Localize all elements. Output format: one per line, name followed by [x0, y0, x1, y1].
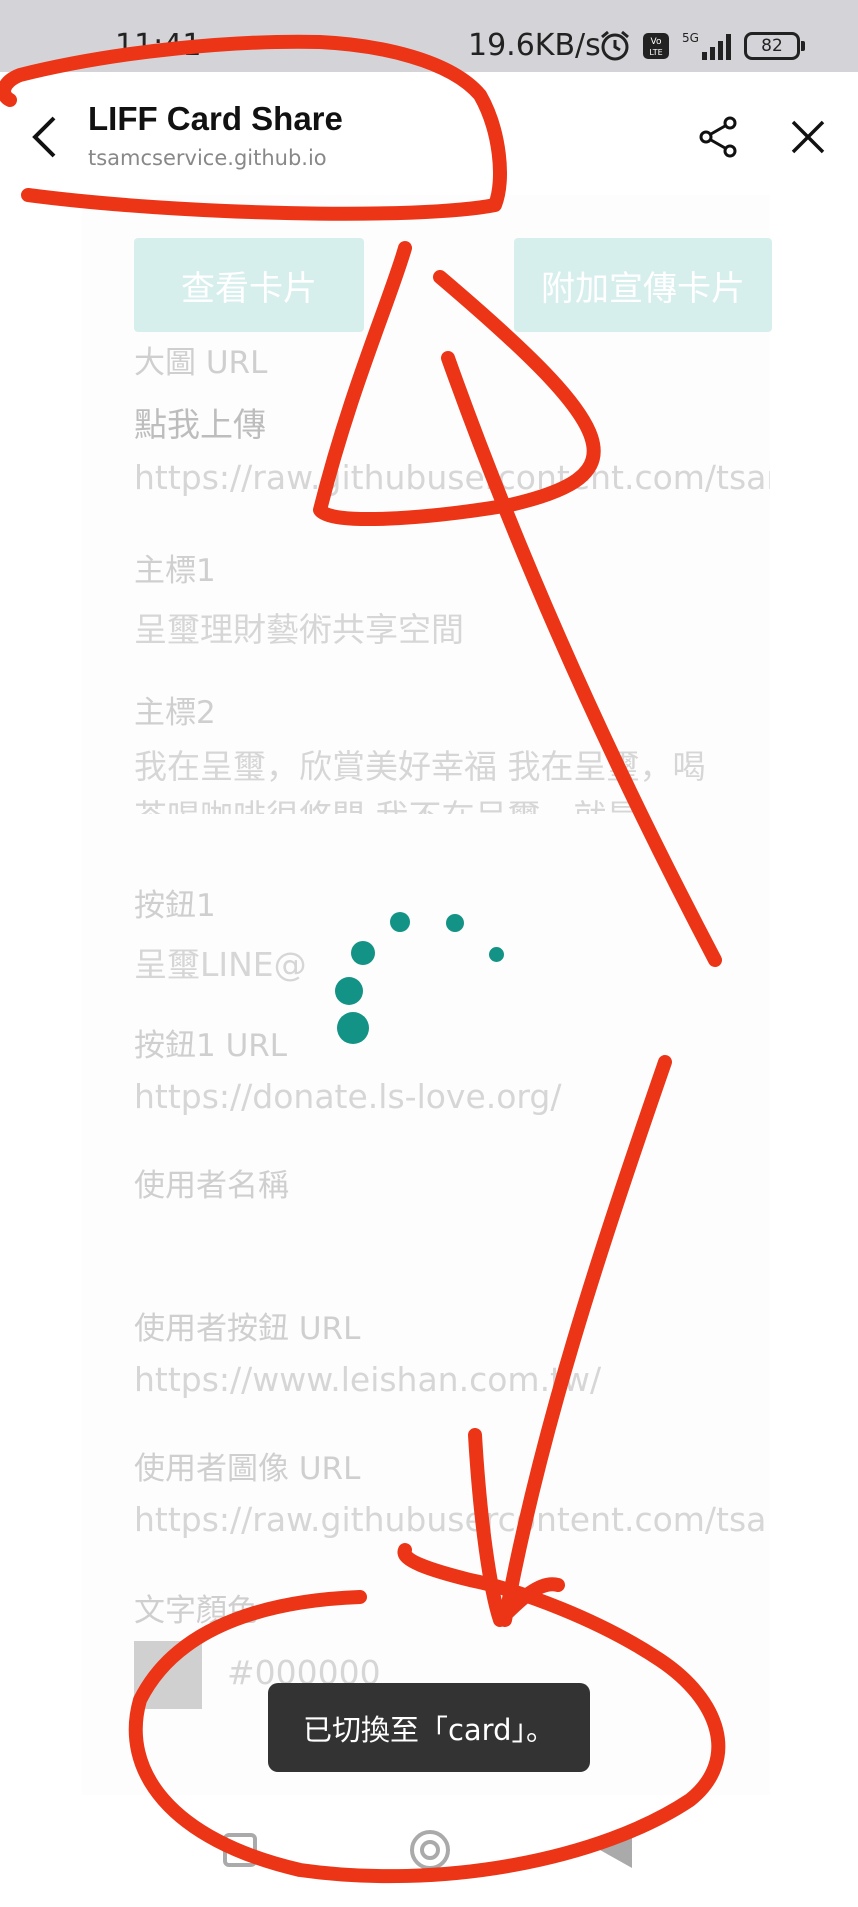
upload-link[interactable]: 點我上傳: [134, 398, 266, 446]
view-card-button[interactable]: 查看卡片: [134, 238, 364, 332]
triangle-back-icon: [600, 1832, 632, 1868]
username-input[interactable]: [134, 1219, 770, 1259]
toast-message: 已切換至「card」。: [268, 1683, 590, 1772]
text-color-label: 文字顏色: [134, 1593, 258, 1629]
big-image-url-label: 大圖 URL: [134, 345, 268, 381]
user-image-url-input[interactable]: https://raw.githubusercontent.com/tsa: [134, 1500, 770, 1539]
circle-home-icon: [410, 1830, 450, 1870]
title2-label: 主標2: [134, 695, 216, 731]
square-icon: [223, 1833, 257, 1867]
home-button[interactable]: [395, 1815, 465, 1885]
text-color-swatch[interactable]: [134, 1641, 202, 1709]
button1-url-input[interactable]: https://donate.ls-love.org/: [134, 1077, 770, 1116]
title1-label: 主標1: [134, 553, 216, 589]
system-nav-bar: [0, 1810, 858, 1907]
status-icons: Vo LTE 5G 82: [598, 26, 805, 66]
recent-apps-button[interactable]: [205, 1815, 275, 1885]
loading-spinner: [330, 905, 510, 1045]
add-promo-card-button[interactable]: 附加宣傳卡片: [514, 238, 772, 332]
alarm-icon: [601, 30, 629, 61]
volte-icon: Vo LTE: [643, 33, 669, 59]
status-bar: 11:41 19.6KB/s Vo LTE 5G 82: [0, 0, 858, 72]
spinner-dot: [337, 1012, 369, 1044]
5g-signal-icon: 5G: [682, 31, 731, 60]
spinner-dot: [351, 941, 375, 965]
share-icon: [699, 116, 737, 158]
app-header: LIFF Card Share tsamcservice.github.io: [0, 72, 858, 200]
share-button[interactable]: [690, 106, 746, 168]
title2-textarea[interactable]: 我在呈璽，欣賞美好幸福 我在呈璽，喝茶喝咖啡很悠閒 我不在呈璽，就是: [134, 742, 714, 814]
chevron-left-icon: [32, 116, 56, 158]
svg-text:Vo: Vo: [651, 37, 662, 47]
button1-label: 按鈕1: [134, 888, 216, 924]
spinner-dot: [390, 912, 410, 932]
user-image-url-label: 使用者圖像 URL: [134, 1451, 361, 1487]
close-icon: [791, 120, 825, 154]
back-button[interactable]: [20, 102, 68, 172]
big-image-url-input[interactable]: https://raw.githubusercontent.com/tsamcs…: [134, 458, 770, 497]
username-label: 使用者名稱: [134, 1168, 289, 1204]
svg-text:LTE: LTE: [649, 48, 662, 57]
network-speed: 19.6KB/s: [468, 28, 601, 63]
back-nav-button[interactable]: [581, 1815, 651, 1885]
battery-icon: 82: [744, 32, 805, 60]
user-button-url-input[interactable]: https://www.leishan.com.tw/: [134, 1360, 770, 1399]
svg-text:5G: 5G: [682, 31, 699, 45]
close-button[interactable]: [780, 106, 836, 168]
spinner-dot: [489, 947, 504, 962]
page-domain: tsamcservice.github.io: [88, 146, 327, 170]
page-title: LIFF Card Share: [88, 100, 343, 137]
spinner-dot: [335, 977, 363, 1005]
status-time: 11:41: [115, 28, 202, 63]
title1-input[interactable]: 呈璽理財藝術共享空間: [134, 603, 770, 651]
button1-url-label: 按鈕1 URL: [134, 1028, 288, 1064]
user-button-url-label: 使用者按鈕 URL: [134, 1311, 361, 1347]
spinner-dot: [446, 914, 464, 932]
